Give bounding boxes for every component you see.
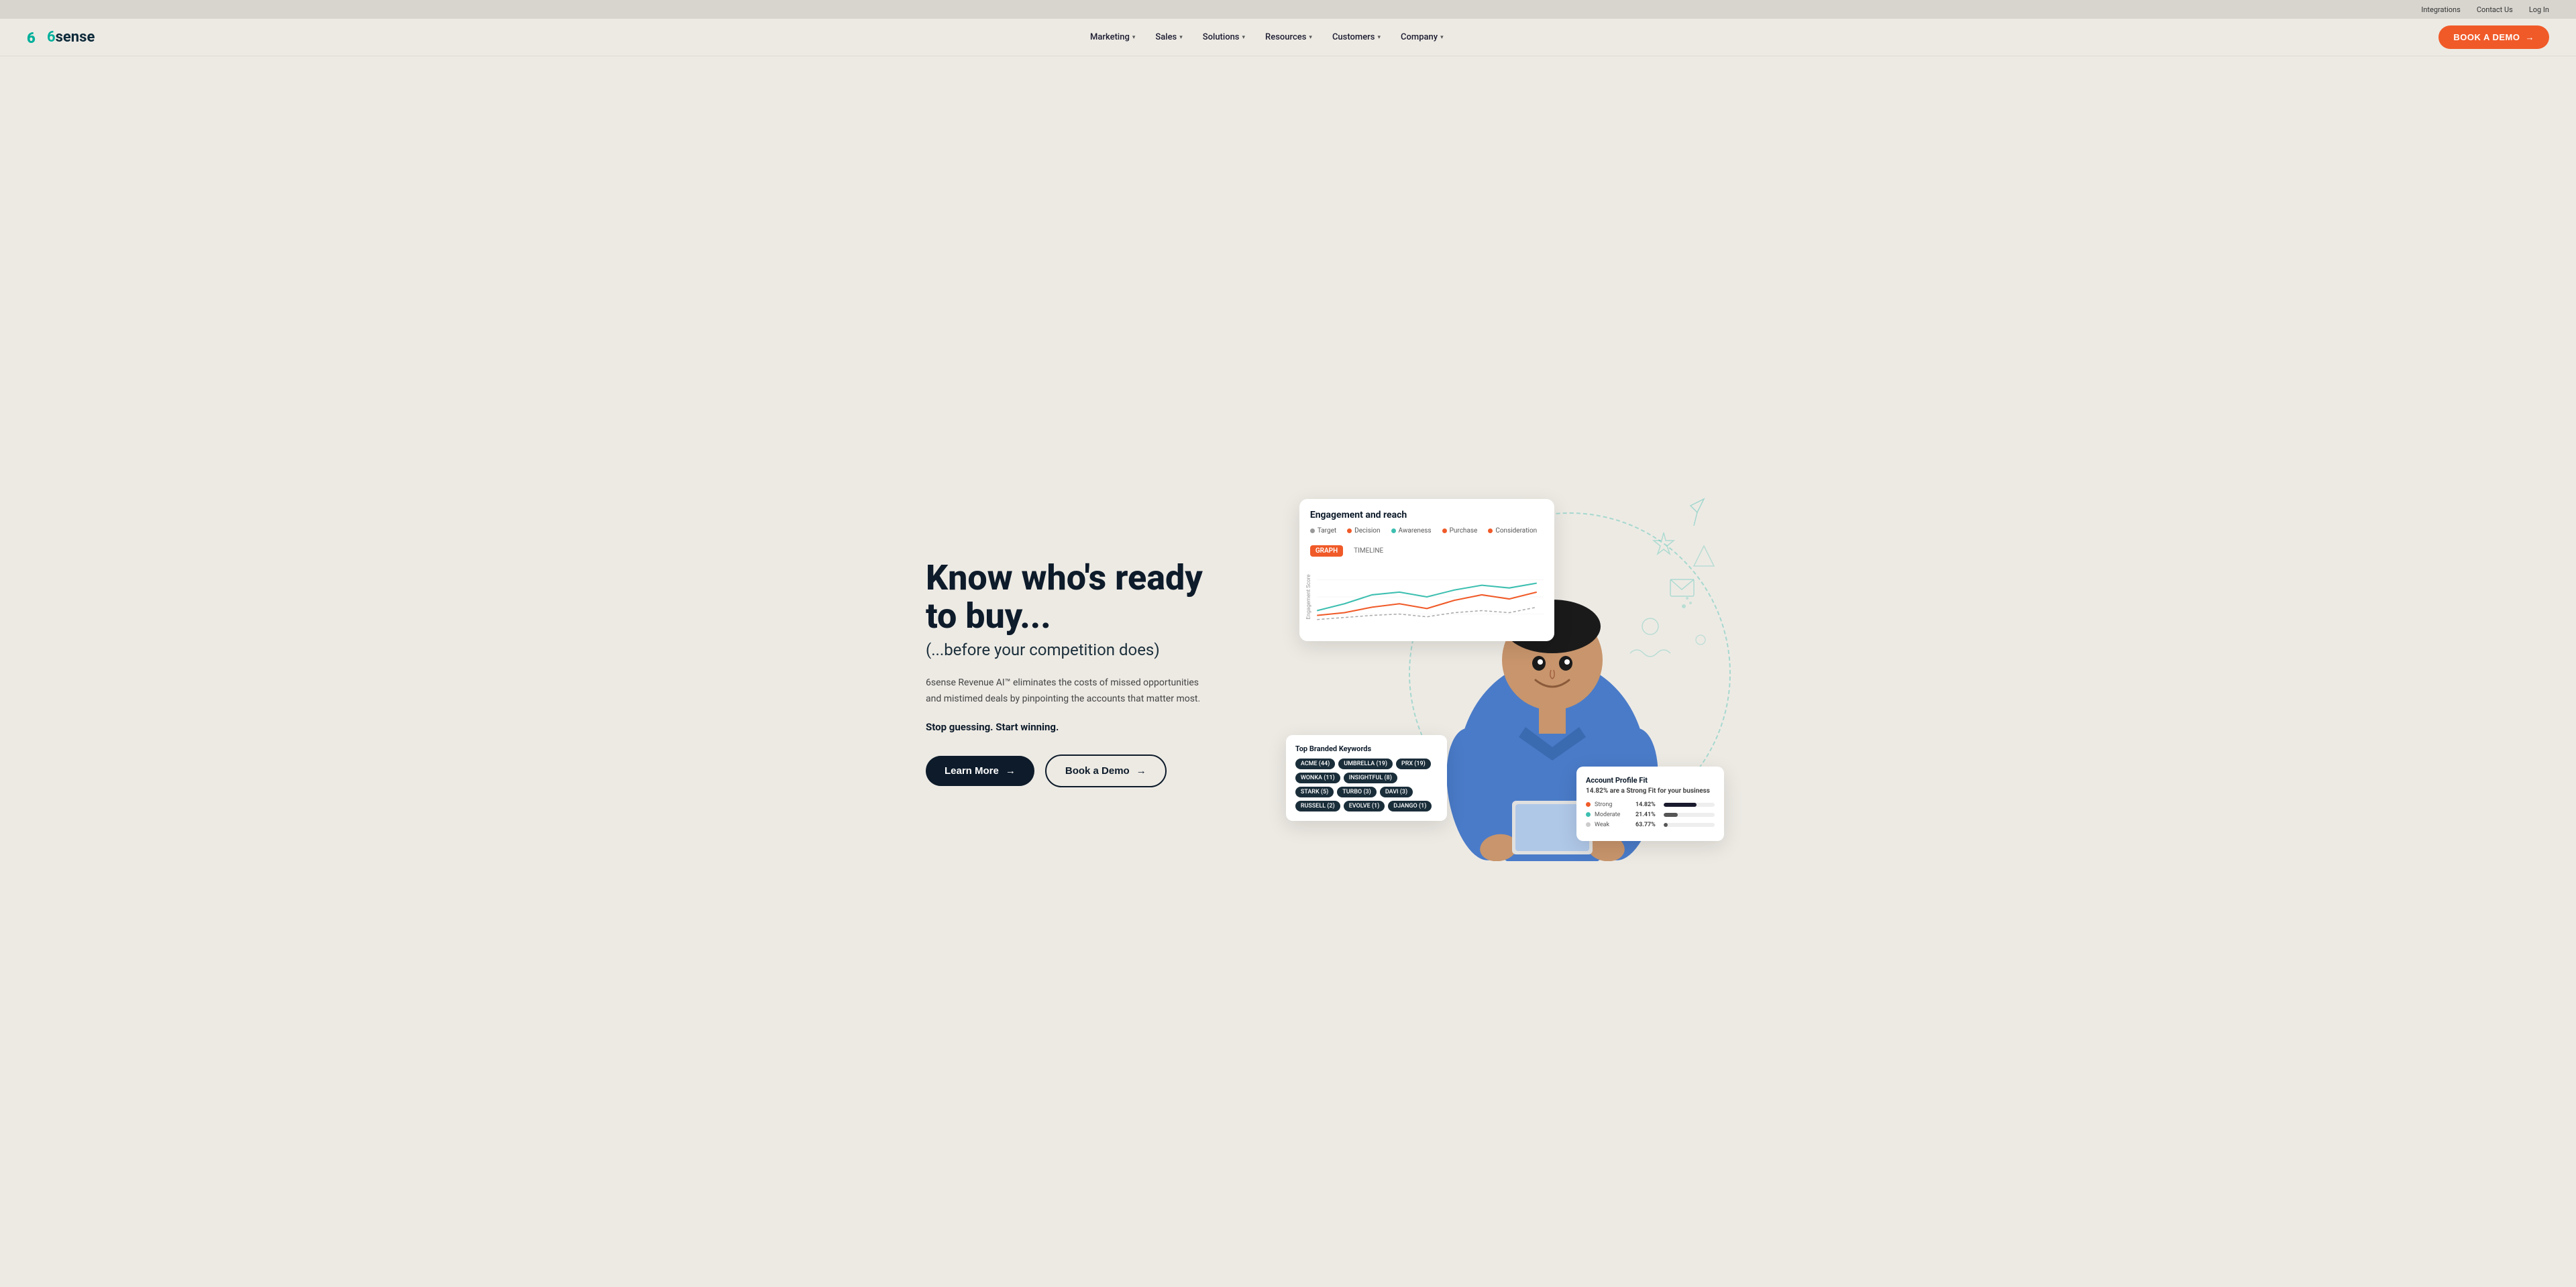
awareness-dot [1391,528,1396,533]
target-dot [1310,528,1315,533]
keyword-tag: STARK (5) [1295,787,1334,797]
hero-tagline: Stop guessing. Start winning. [926,721,1275,733]
keywords-card: Top Branded Keywords ACME (44) UMBRELLA … [1286,735,1447,821]
chevron-down-icon: ▾ [1132,34,1136,41]
strong-dot [1586,802,1591,807]
keywords-card-title: Top Branded Keywords [1295,744,1438,753]
nav-item-solutions[interactable]: Solutions ▾ [1195,27,1253,48]
chevron-down-icon: ▾ [1377,34,1381,41]
nav-item-company[interactable]: Company ▾ [1393,27,1452,48]
chevron-down-icon: ▾ [1309,34,1312,41]
nav-item-marketing[interactable]: Marketing ▾ [1082,27,1143,48]
nav-item-resources[interactable]: Resources ▾ [1257,27,1320,48]
contact-us-link[interactable]: Contact Us [2477,5,2513,14]
keyword-tag: UMBRELLA (19) [1338,759,1393,769]
tab-graph[interactable]: GRAPH [1310,545,1343,557]
navbar: 6 6sense Marketing ▾ Sales ▾ Solutions ▾… [0,19,2576,56]
hero-content: Know who's ready to buy... (...before yo… [926,559,1275,787]
log-in-link[interactable]: Log In [2529,5,2549,14]
chevron-down-icon: ▾ [1242,34,1246,41]
profile-row-strong: Strong 14.82% [1586,801,1715,808]
profile-row-moderate: Moderate 21.41% [1586,812,1715,818]
keyword-tag: INSIGHTFUL (8) [1344,773,1397,783]
keyword-tag: RUSSELL (2) [1295,801,1340,812]
legend-group: Target Decision Awareness Purchase [1310,527,1537,535]
engagement-card: Engagement and reach Target Decision Awa… [1299,499,1554,641]
profile-row-weak: Weak 63.77% [1586,822,1715,828]
legend-consideration: Consideration [1488,527,1537,535]
hero-subtitle: (...before your competition does) [926,640,1275,659]
profile-card-title: Account Profile Fit [1586,776,1715,785]
y-axis-label: Engagement Score [1305,574,1311,619]
hero-title: Know who's ready to buy... [926,559,1275,635]
book-demo-nav-button[interactable]: BOOK A DEMO → [2438,25,2549,49]
legend-purchase: Purchase [1442,527,1478,535]
hero-section: Know who's ready to buy... (...before yo… [818,56,1758,1276]
legend-awareness: Awareness [1391,527,1432,535]
keyword-tag: ACME (44) [1295,759,1335,769]
keyword-tag: WONKA (11) [1295,773,1340,783]
consideration-dot [1488,528,1493,533]
engagement-card-title: Engagement and reach [1310,510,1544,520]
keyword-tag: PRX (19) [1396,759,1431,769]
hero-buttons: Learn More → Book a Demo → [926,754,1275,787]
utility-bar: Integrations Contact Us Log In [0,0,2576,19]
integrations-link[interactable]: Integrations [2421,5,2460,14]
chart-svg [1310,563,1544,630]
weak-dot [1586,822,1591,827]
logo-icon: 6 [27,28,46,47]
card-tabs: GRAPH TIMELINE [1310,545,1544,557]
engagement-legend: Target Decision Awareness Purchase [1310,527,1544,540]
legend-target: Target [1310,527,1336,535]
chart-area: Engagement Score [1310,563,1544,630]
legend-decision: Decision [1347,527,1380,535]
keyword-tag: DAVI (3) [1380,787,1413,797]
nav-links: Marketing ▾ Sales ▾ Solutions ▾ Resource… [1082,27,1452,48]
arrow-icon: → [1136,765,1146,777]
keyword-tag: TURBO (3) [1337,787,1377,797]
logo-text: 6sense [47,29,95,46]
decision-dot [1347,528,1352,533]
arrow-icon: → [1006,765,1016,777]
keyword-tag: EVOLVE (1) [1344,801,1385,812]
hero-description: 6sense Revenue AI™ eliminates the costs … [926,675,1208,708]
profile-subtitle: 14.82% are a Strong Fit for your busines… [1586,787,1715,795]
nav-right: BOOK A DEMO → [2438,25,2549,49]
purchase-dot [1442,528,1447,533]
hero-visual: Engagement and reach Target Decision Awa… [1299,486,1704,861]
arrow-icon: → [2525,32,2534,42]
chevron-down-icon: ▾ [1440,34,1444,41]
chevron-down-icon: ▾ [1179,34,1183,41]
moderate-bar [1664,813,1715,817]
profile-card: Account Profile Fit 14.82% are a Strong … [1576,767,1724,841]
svg-text:6: 6 [27,30,36,47]
tab-timeline[interactable]: TIMELINE [1348,545,1389,557]
learn-more-button[interactable]: Learn More → [926,756,1034,786]
nav-item-customers[interactable]: Customers ▾ [1324,27,1389,48]
nav-item-sales[interactable]: Sales ▾ [1147,27,1190,48]
book-demo-hero-button[interactable]: Book a Demo → [1045,754,1167,787]
moderate-dot [1586,812,1591,817]
weak-bar [1664,823,1715,827]
keywords-grid: ACME (44) UMBRELLA (19) PRX (19) WONKA (… [1295,759,1438,812]
logo[interactable]: 6 6sense [27,28,95,47]
strong-bar [1664,803,1715,807]
keyword-tag: DJANGO (1) [1388,801,1432,812]
